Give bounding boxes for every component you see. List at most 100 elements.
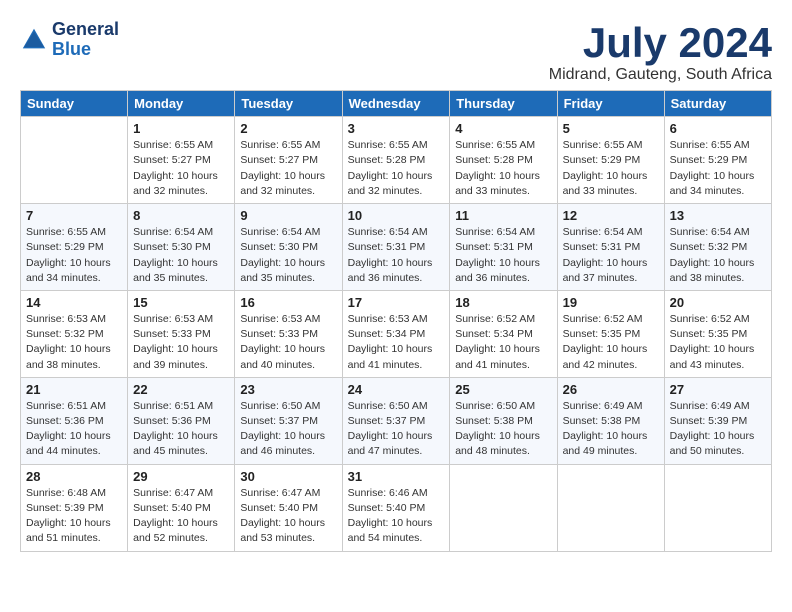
day-number: 6	[670, 121, 766, 136]
cell-info: Sunrise: 6:55 AMSunset: 5:29 PMDaylight:…	[670, 138, 766, 199]
calendar-cell: 29 Sunrise: 6:47 AMSunset: 5:40 PMDayligh…	[128, 464, 235, 551]
calendar-cell	[450, 464, 557, 551]
cell-info: Sunrise: 6:50 AMSunset: 5:37 PMDaylight:…	[240, 399, 336, 460]
day-number: 16	[240, 295, 336, 310]
cell-info: Sunrise: 6:52 AMSunset: 5:35 PMDaylight:…	[670, 312, 766, 373]
cell-info: Sunrise: 6:53 AMSunset: 5:34 PMDaylight:…	[348, 312, 445, 373]
calendar-cell: 1 Sunrise: 6:55 AMSunset: 5:27 PMDaylight…	[128, 117, 235, 204]
day-number: 23	[240, 382, 336, 397]
day-number: 2	[240, 121, 336, 136]
cell-info: Sunrise: 6:54 AMSunset: 5:31 PMDaylight:…	[455, 225, 551, 286]
page-container: General Blue July 2024 Midrand, Gauteng,…	[20, 20, 772, 552]
cell-info: Sunrise: 6:52 AMSunset: 5:35 PMDaylight:…	[563, 312, 659, 373]
calendar-cell: 8Sunrise: 6:54 AMSunset: 5:30 PMDaylight…	[128, 204, 235, 291]
calendar-cell: 26Sunrise: 6:49 AMSunset: 5:38 PMDayligh…	[557, 377, 664, 464]
day-number: 9	[240, 208, 336, 223]
calendar-week-row: 28 Sunrise: 6:48 AMSunset: 5:39 PMDayligh…	[21, 464, 772, 551]
logo-area: General Blue	[20, 20, 119, 60]
cell-info: Sunrise: 6:55 AMSunset: 5:29 PMDaylight:…	[26, 225, 122, 286]
day-number: 20	[670, 295, 766, 310]
cell-info: Sunrise: 6:46 AMSunset: 5:40 PMDaylight:…	[348, 486, 445, 547]
calendar-cell: 30Sunrise: 6:47 AMSunset: 5:40 PMDayligh…	[235, 464, 342, 551]
day-number: 27	[670, 382, 766, 397]
calendar-cell: 23 Sunrise: 6:50 AMSunset: 5:37 PMDayligh…	[235, 377, 342, 464]
calendar-week-row: 21Sunrise: 6:51 AMSunset: 5:36 PMDayligh…	[21, 377, 772, 464]
cell-info: Sunrise: 6:51 AMSunset: 5:36 PMDaylight:…	[26, 399, 122, 460]
calendar-cell: 15 Sunrise: 6:53 AMSunset: 5:33 PMDayligh…	[128, 290, 235, 377]
cell-info: Sunrise: 6:54 AMSunset: 5:31 PMDaylight:…	[348, 225, 445, 286]
cell-info: Sunrise: 6:48 AMSunset: 5:39 PMDaylight:…	[26, 486, 122, 547]
day-number: 7	[26, 208, 122, 223]
month-title: July 2024	[549, 20, 772, 66]
cell-info: Sunrise: 6:55 AMSunset: 5:29 PMDaylight:…	[563, 138, 659, 199]
day-number: 29	[133, 469, 229, 484]
day-number: 5	[563, 121, 659, 136]
day-number: 4	[455, 121, 551, 136]
calendar-cell: 7 Sunrise: 6:55 AMSunset: 5:29 PMDaylight…	[21, 204, 128, 291]
cell-info: Sunrise: 6:49 AMSunset: 5:38 PMDaylight:…	[563, 399, 659, 460]
title-area: July 2024 Midrand, Gauteng, South Africa	[549, 20, 772, 84]
calendar-cell: 9Sunrise: 6:54 AMSunset: 5:30 PMDaylight…	[235, 204, 342, 291]
calendar-header-day: Friday	[557, 91, 664, 117]
day-number: 18	[455, 295, 551, 310]
calendar-cell: 27Sunrise: 6:49 AMSunset: 5:39 PMDayligh…	[664, 377, 771, 464]
calendar-cell: 31 Sunrise: 6:46 AMSunset: 5:40 PMDayligh…	[342, 464, 450, 551]
day-number: 28	[26, 469, 122, 484]
calendar-header-day: Wednesday	[342, 91, 450, 117]
calendar-cell: 14Sunrise: 6:53 AMSunset: 5:32 PMDayligh…	[21, 290, 128, 377]
day-number: 31	[348, 469, 445, 484]
cell-info: Sunrise: 6:55 AMSunset: 5:28 PMDaylight:…	[348, 138, 445, 199]
page-header: General Blue July 2024 Midrand, Gauteng,…	[20, 20, 772, 84]
calendar-cell: 20 Sunrise: 6:52 AMSunset: 5:35 PMDayligh…	[664, 290, 771, 377]
cell-info: Sunrise: 6:54 AMSunset: 5:31 PMDaylight:…	[563, 225, 659, 286]
cell-info: Sunrise: 6:50 AMSunset: 5:38 PMDaylight:…	[455, 399, 551, 460]
cell-info: Sunrise: 6:53 AMSunset: 5:33 PMDaylight:…	[240, 312, 336, 373]
cell-info: Sunrise: 6:55 AMSunset: 5:27 PMDaylight:…	[133, 138, 229, 199]
calendar-cell: 21Sunrise: 6:51 AMSunset: 5:36 PMDayligh…	[21, 377, 128, 464]
calendar-header-day: Thursday	[450, 91, 557, 117]
calendar-cell	[557, 464, 664, 551]
calendar-header-day: Tuesday	[235, 91, 342, 117]
cell-info: Sunrise: 6:53 AMSunset: 5:33 PMDaylight:…	[133, 312, 229, 373]
calendar-cell: 22Sunrise: 6:51 AMSunset: 5:36 PMDayligh…	[128, 377, 235, 464]
calendar-cell: 24 Sunrise: 6:50 AMSunset: 5:37 PMDayligh…	[342, 377, 450, 464]
day-number: 1	[133, 121, 229, 136]
day-number: 10	[348, 208, 445, 223]
logo-text: General Blue	[52, 20, 119, 60]
logo-icon	[20, 26, 48, 54]
day-number: 24	[348, 382, 445, 397]
calendar-header-day: Saturday	[664, 91, 771, 117]
calendar-cell	[664, 464, 771, 551]
calendar-cell: 13 Sunrise: 6:54 AMSunset: 5:32 PMDayligh…	[664, 204, 771, 291]
cell-info: Sunrise: 6:54 AMSunset: 5:30 PMDaylight:…	[133, 225, 229, 286]
calendar-cell: 18 Sunrise: 6:52 AMSunset: 5:34 PMDayligh…	[450, 290, 557, 377]
cell-info: Sunrise: 6:50 AMSunset: 5:37 PMDaylight:…	[348, 399, 445, 460]
calendar-header-day: Monday	[128, 91, 235, 117]
calendar-cell: 3 Sunrise: 6:55 AMSunset: 5:28 PMDaylight…	[342, 117, 450, 204]
day-number: 13	[670, 208, 766, 223]
calendar-header-row: SundayMondayTuesdayWednesdayThursdayFrid…	[21, 91, 772, 117]
calendar-cell: 17Sunrise: 6:53 AMSunset: 5:34 PMDayligh…	[342, 290, 450, 377]
day-number: 3	[348, 121, 445, 136]
calendar-cell: 12 Sunrise: 6:54 AMSunset: 5:31 PMDayligh…	[557, 204, 664, 291]
day-number: 19	[563, 295, 659, 310]
cell-info: Sunrise: 6:47 AMSunset: 5:40 PMDaylight:…	[240, 486, 336, 547]
calendar-cell: 16 Sunrise: 6:53 AMSunset: 5:33 PMDayligh…	[235, 290, 342, 377]
calendar-table: SundayMondayTuesdayWednesdayThursdayFrid…	[20, 90, 772, 551]
cell-info: Sunrise: 6:54 AMSunset: 5:32 PMDaylight:…	[670, 225, 766, 286]
day-number: 14	[26, 295, 122, 310]
location-title: Midrand, Gauteng, South Africa	[549, 66, 772, 84]
cell-info: Sunrise: 6:52 AMSunset: 5:34 PMDaylight:…	[455, 312, 551, 373]
calendar-week-row: 1 Sunrise: 6:55 AMSunset: 5:27 PMDaylight…	[21, 117, 772, 204]
cell-info: Sunrise: 6:47 AMSunset: 5:40 PMDaylight:…	[133, 486, 229, 547]
calendar-cell	[21, 117, 128, 204]
cell-info: Sunrise: 6:55 AMSunset: 5:28 PMDaylight:…	[455, 138, 551, 199]
day-number: 12	[563, 208, 659, 223]
day-number: 25	[455, 382, 551, 397]
calendar-cell: 28 Sunrise: 6:48 AMSunset: 5:39 PMDayligh…	[21, 464, 128, 551]
day-number: 15	[133, 295, 229, 310]
calendar-week-row: 7 Sunrise: 6:55 AMSunset: 5:29 PMDaylight…	[21, 204, 772, 291]
calendar-cell: 6 Sunrise: 6:55 AMSunset: 5:29 PMDaylight…	[664, 117, 771, 204]
calendar-cell: 11Sunrise: 6:54 AMSunset: 5:31 PMDayligh…	[450, 204, 557, 291]
day-number: 22	[133, 382, 229, 397]
